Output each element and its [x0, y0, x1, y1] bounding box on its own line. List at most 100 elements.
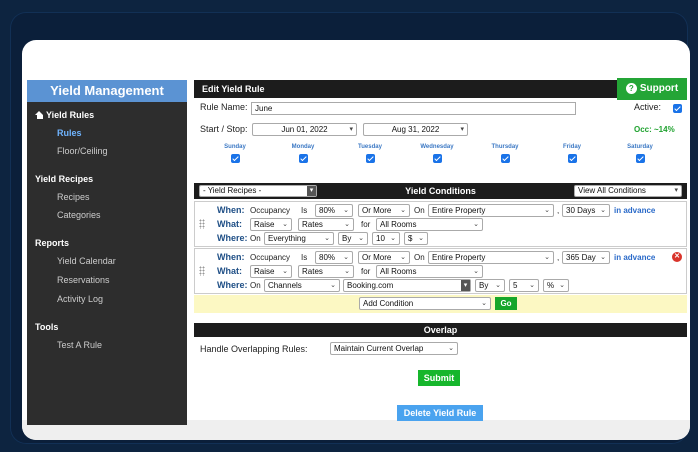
channel-select[interactable]: Booking.com ▾: [343, 279, 471, 292]
unit-select[interactable]: $ ⌄: [404, 232, 428, 245]
occupancy-pct-select[interactable]: 80% ⌄: [315, 204, 353, 217]
sidebar-section-tools[interactable]: Tools: [27, 322, 66, 332]
overlap-select[interactable]: Maintain Current Overlap ⌄: [330, 342, 458, 355]
days-select[interactable]: 30 Days ⌄: [562, 204, 610, 217]
days-select[interactable]: 365 Day ⌄: [562, 251, 610, 264]
support-button[interactable]: ? Support: [617, 78, 687, 100]
by-select[interactable]: By ⌄: [338, 232, 368, 245]
comma: ,: [557, 253, 560, 262]
chevron-down-icon: ⌄: [344, 221, 350, 228]
comparison-select[interactable]: Or More ⌄: [358, 204, 410, 217]
rule-name-input[interactable]: June: [251, 102, 576, 115]
sidebar-item-test-a-rule[interactable]: Test A Rule: [57, 340, 102, 350]
chevron-down-icon: ⌄: [600, 207, 606, 214]
unit-select[interactable]: % ⌄: [543, 279, 569, 292]
chevron-down-icon: ▾: [674, 187, 678, 194]
chevron-down-icon: ⌄: [330, 282, 336, 289]
day-thursday[interactable]: Thursday: [480, 144, 530, 168]
end-date-select[interactable]: Aug 31, 2022 ▾: [363, 123, 468, 136]
view-conditions-select[interactable]: View All Conditions ▾: [574, 185, 682, 197]
target-select[interactable]: Rates ⌄: [298, 218, 354, 231]
where-label: Where:: [217, 280, 248, 290]
where-select[interactable]: Everything ⌄: [264, 232, 334, 245]
action-select[interactable]: Raise ⌄: [250, 265, 292, 278]
day-tuesday[interactable]: Tuesday: [345, 144, 395, 168]
day-wednesday[interactable]: Wednesday: [412, 144, 462, 168]
day-checkbox[interactable]: [635, 154, 645, 163]
rooms-select[interactable]: All Rooms ⌄: [376, 218, 483, 231]
on-label: On: [414, 206, 425, 215]
comparison-select[interactable]: Or More ⌄: [358, 251, 410, 264]
help-icon: ?: [625, 83, 637, 94]
chevron-down-icon: ⌄: [495, 282, 501, 289]
sidebar-item-activity-log[interactable]: Activity Log: [57, 294, 103, 304]
occupancy-label: Occupancy: [250, 253, 291, 262]
drag-handle-icon[interactable]: [199, 219, 205, 229]
day-checkbox[interactable]: [500, 154, 510, 163]
sidebar-item-floor-ceiling[interactable]: Floor/Ceiling: [57, 146, 108, 156]
remove-condition-icon[interactable]: ✕: [672, 252, 682, 262]
active-label: Active:: [634, 102, 662, 112]
for-label: for: [361, 220, 371, 229]
chevron-down-icon: ⌄: [324, 235, 330, 242]
condition-rule: When: Occupancy Is 80% ⌄ Or More ⌄ On Enti…: [194, 201, 687, 247]
sidebar: Yield Management Yield Rules Rules Floor…: [27, 80, 187, 425]
amount-select[interactable]: 5 ⌄: [509, 279, 539, 292]
comma: ,: [557, 206, 560, 215]
target-select[interactable]: Rates ⌄: [298, 265, 354, 278]
chevron-down-icon: ⌄: [473, 221, 479, 228]
day-checkbox[interactable]: [365, 154, 375, 163]
chevron-down-icon: ⌄: [343, 207, 349, 214]
on-label: On: [414, 253, 425, 262]
active-checkbox[interactable]: [673, 104, 682, 113]
delete-rule-button[interactable]: Delete Yield Rule: [397, 405, 483, 421]
page-title: Edit Yield Rule: [194, 80, 687, 98]
submit-button[interactable]: Submit: [418, 370, 460, 386]
where-select[interactable]: Channels ⌄: [264, 279, 340, 292]
overlap-header: Overlap: [194, 323, 687, 337]
day-checkbox[interactable]: [567, 154, 577, 163]
amount-select[interactable]: 10 ⌄: [372, 232, 400, 245]
day-checkbox[interactable]: [432, 154, 442, 163]
action-select[interactable]: Raise ⌄: [250, 218, 292, 231]
sidebar-section-reports[interactable]: Reports: [27, 238, 77, 248]
go-button[interactable]: Go: [495, 297, 517, 310]
by-select[interactable]: By ⌄: [475, 279, 505, 292]
chevron-down-icon: ▾: [349, 126, 353, 133]
sidebar-item-rules[interactable]: Rules: [57, 128, 82, 138]
start-date-select[interactable]: Jun 01, 2022 ▾: [252, 123, 357, 136]
sidebar-item-categories[interactable]: Categories: [57, 210, 101, 220]
day-checkbox[interactable]: [298, 154, 308, 163]
chevron-down-icon: ⌄: [400, 207, 406, 214]
sidebar-section-yield-rules[interactable]: Yield Rules: [27, 110, 102, 120]
start-stop-label: Start / Stop:: [200, 124, 248, 134]
chevron-down-icon: ⌄: [544, 254, 550, 261]
rooms-select[interactable]: All Rooms ⌄: [376, 265, 483, 278]
drag-handle-icon[interactable]: [199, 266, 205, 276]
property-select[interactable]: Entire Property ⌄: [428, 251, 554, 264]
property-select[interactable]: Entire Property ⌄: [428, 204, 554, 217]
add-condition-select[interactable]: Add Condition ⌄: [359, 297, 491, 310]
in-advance-link[interactable]: in advance: [614, 253, 655, 262]
day-sunday[interactable]: Sunday: [210, 144, 260, 168]
yield-recipes-select[interactable]: - Yield Recipes - ▾: [199, 185, 317, 197]
sidebar-item-yield-calendar[interactable]: Yield Calendar: [57, 256, 116, 266]
day-friday[interactable]: Friday: [547, 144, 597, 168]
chevron-down-icon: ⌄: [600, 254, 606, 261]
day-monday[interactable]: Monday: [278, 144, 328, 168]
sidebar-section-yield-recipes[interactable]: Yield Recipes: [27, 174, 101, 184]
occupancy-pct-select[interactable]: 80% ⌄: [315, 251, 353, 264]
when-label: When:: [217, 252, 245, 262]
chevron-down-icon: ⌄: [282, 268, 288, 275]
day-saturday[interactable]: Saturday: [615, 144, 665, 168]
sidebar-item-reservations[interactable]: Reservations: [57, 275, 110, 285]
what-label: What:: [217, 266, 242, 276]
chevron-down-icon: ⌄: [282, 221, 288, 228]
where-on-label: On: [250, 281, 261, 290]
rule-name-label: Rule Name:: [200, 102, 248, 112]
chevron-down-icon: ⌄: [344, 268, 350, 275]
sidebar-item-recipes[interactable]: Recipes: [57, 192, 90, 202]
day-checkbox[interactable]: [230, 154, 240, 163]
chevron-down-icon: ⌄: [473, 268, 479, 275]
in-advance-link[interactable]: in advance: [614, 206, 655, 215]
